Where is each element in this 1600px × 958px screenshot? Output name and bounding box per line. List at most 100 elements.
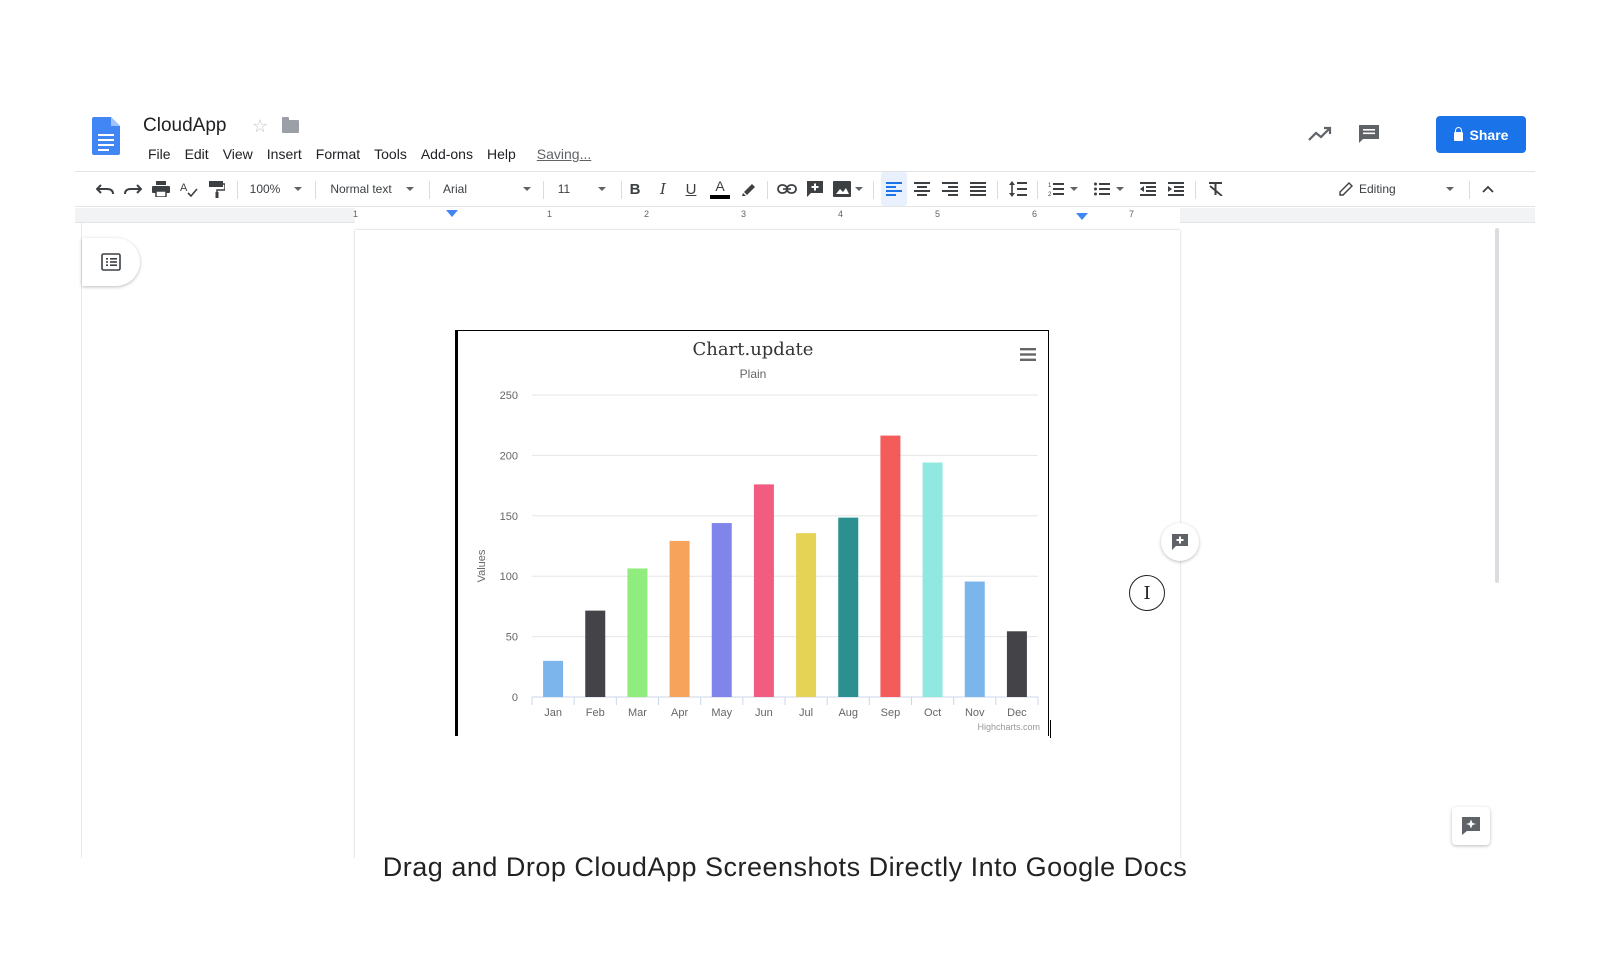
vertical-ruler[interactable]: [75, 223, 82, 858]
formatting-toolbar: A 100% Normal text Arial 11 B I U A 1 2 …: [75, 171, 1535, 207]
y-tick-label: 100: [500, 571, 518, 583]
explore-button[interactable]: [1452, 807, 1490, 845]
menu-addons[interactable]: Add-ons: [414, 145, 480, 163]
chevron-up-icon[interactable]: [1475, 172, 1501, 206]
menu-format[interactable]: Format: [309, 145, 367, 163]
add-comment-button[interactable]: [1161, 523, 1199, 561]
x-tick-label: Dec: [1007, 707, 1027, 719]
increase-indent-icon[interactable]: [1163, 172, 1189, 206]
insert-link-icon[interactable]: [775, 172, 799, 206]
chevron-down-icon: [405, 187, 414, 191]
chevron-down-icon: [1445, 187, 1454, 191]
editing-mode-select[interactable]: Editing: [1339, 172, 1459, 206]
horizontal-ruler[interactable]: 1 1 2 3 4 5 6 7: [75, 208, 1535, 223]
bar: [838, 517, 859, 697]
bulleted-list-icon[interactable]: [1089, 172, 1129, 206]
font-size-value: 11: [557, 182, 571, 196]
comment-history-icon[interactable]: [1357, 123, 1381, 145]
caption: Drag and Drop CloudApp Screenshots Direc…: [382, 852, 1188, 882]
menu-file[interactable]: File: [141, 145, 178, 163]
bar: [711, 523, 732, 697]
google-docs-logo-icon[interactable]: [92, 117, 120, 155]
clear-formatting-icon[interactable]: [1203, 172, 1229, 206]
bar: [627, 568, 648, 697]
bar: [922, 462, 943, 697]
bar: [669, 540, 690, 697]
spellcheck-icon[interactable]: A: [177, 172, 201, 206]
menu-bar: File Edit View Insert Format Tools Add-o…: [141, 145, 597, 163]
text-color-icon[interactable]: A: [707, 172, 733, 206]
ruler-label: 1: [353, 209, 359, 219]
italic-icon[interactable]: I: [651, 172, 675, 206]
ibeam-cursor-icon: I: [1129, 575, 1165, 611]
embedded-chart-image[interactable]: 0 50 100 150 200 250 Values Jan Feb Mar Apr May Jun J…: [455, 330, 1049, 736]
bar: [880, 435, 901, 697]
bar: [796, 533, 817, 697]
editing-mode-value: Editing: [1359, 182, 1396, 196]
menu-tools[interactable]: Tools: [367, 145, 414, 163]
undo-icon[interactable]: [93, 172, 117, 206]
y-tick-label: 250: [500, 390, 518, 402]
x-tick-label: Nov: [965, 707, 985, 719]
redo-icon[interactable]: [121, 172, 145, 206]
insert-image-icon[interactable]: [831, 172, 865, 206]
ruler-label: 2: [644, 209, 650, 219]
line-spacing-icon[interactable]: [1005, 172, 1031, 206]
menu-view[interactable]: View: [216, 145, 260, 163]
align-left-icon[interactable]: [881, 172, 907, 206]
chart-title: Chart.update: [692, 339, 814, 360]
menu-insert[interactable]: Insert: [260, 145, 309, 163]
bold-icon[interactable]: B: [623, 172, 647, 206]
font-value: Arial: [443, 182, 468, 196]
align-center-icon[interactable]: [909, 172, 935, 206]
star-icon[interactable]: ☆: [252, 116, 268, 137]
activity-dashboard-icon[interactable]: [1307, 124, 1333, 144]
ruler-label: 7: [1129, 209, 1135, 219]
style-value: Normal text: [330, 182, 392, 196]
ruler-label: 3: [741, 209, 747, 219]
y-tick-label: 0: [512, 692, 518, 704]
paint-format-icon[interactable]: [205, 172, 229, 206]
align-right-icon[interactable]: [937, 172, 963, 206]
insert-comment-icon[interactable]: [803, 172, 827, 206]
ruler-label: 4: [838, 209, 844, 219]
highlight-color-icon[interactable]: [737, 172, 761, 206]
x-tick-label: Feb: [586, 707, 605, 719]
y-tick-label: 50: [506, 632, 518, 644]
numbered-list-icon[interactable]: 12: [1043, 172, 1083, 206]
chart-credit[interactable]: Highcharts.com: [977, 722, 1040, 732]
y-tick-label: 200: [500, 450, 518, 462]
underline-icon[interactable]: U: [679, 172, 703, 206]
save-status[interactable]: Saving...: [531, 145, 597, 163]
menu-edit[interactable]: Edit: [178, 145, 216, 163]
document-title[interactable]: CloudApp: [143, 115, 226, 137]
x-tick-label: May: [711, 707, 732, 719]
bar: [753, 484, 774, 697]
x-tick-label: Oct: [924, 707, 941, 719]
chart-subtitle: Plain: [739, 367, 767, 381]
chevron-down-icon: [598, 187, 607, 191]
left-indent-marker[interactable]: [446, 210, 458, 217]
print-icon[interactable]: [149, 172, 173, 206]
justify-icon[interactable]: [965, 172, 991, 206]
ruler-label: 1: [547, 209, 553, 219]
menu-help[interactable]: Help: [480, 145, 523, 163]
share-button[interactable]: Share: [1436, 116, 1526, 153]
decrease-indent-icon[interactable]: [1135, 172, 1161, 206]
hamburger-menu-icon[interactable]: [1020, 348, 1036, 361]
document-outline-button[interactable]: [82, 238, 140, 286]
font-size-select[interactable]: 11: [551, 172, 613, 206]
right-indent-marker[interactable]: [1076, 213, 1088, 220]
paragraph-style-select[interactable]: Normal text: [323, 172, 421, 206]
ruler-label: 6: [1032, 209, 1038, 219]
x-tick-label: Aug: [838, 707, 858, 719]
document-page[interactable]: 0 50 100 150 200 250 Values Jan Feb Mar Apr May Jun J…: [355, 230, 1180, 858]
y-tick-label: 150: [500, 511, 518, 523]
svg-text:1: 1: [1048, 183, 1052, 189]
share-label: Share: [1469, 126, 1509, 143]
bar: [964, 581, 985, 697]
zoom-select[interactable]: 100%: [245, 172, 307, 206]
font-family-select[interactable]: Arial: [437, 172, 535, 206]
folder-icon[interactable]: [282, 117, 299, 133]
vertical-scrollbar[interactable]: [1495, 228, 1499, 583]
